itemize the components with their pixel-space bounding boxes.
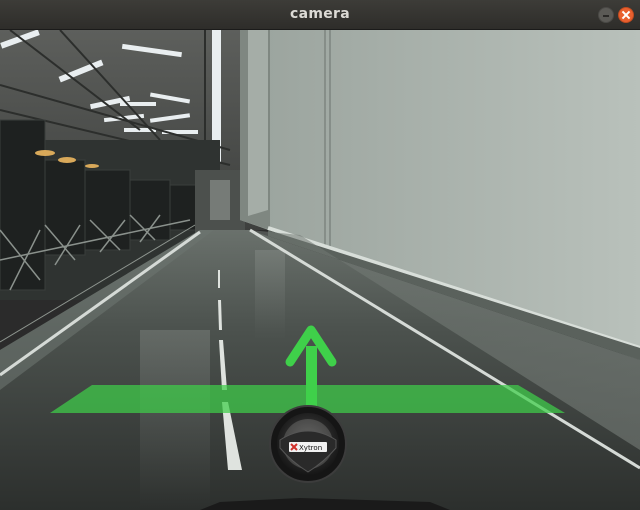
camera-feed: Xytron: [0, 30, 640, 510]
steering-brand-label: Xytron: [299, 444, 322, 452]
camera-window: camera Xytron: [0, 0, 640, 510]
close-icon[interactable]: [618, 7, 634, 23]
window-title: camera: [290, 6, 350, 22]
title-bar[interactable]: camera: [0, 0, 640, 30]
minimize-icon[interactable]: [598, 7, 614, 23]
steering-wheel-icon: Xytron: [269, 405, 347, 483]
